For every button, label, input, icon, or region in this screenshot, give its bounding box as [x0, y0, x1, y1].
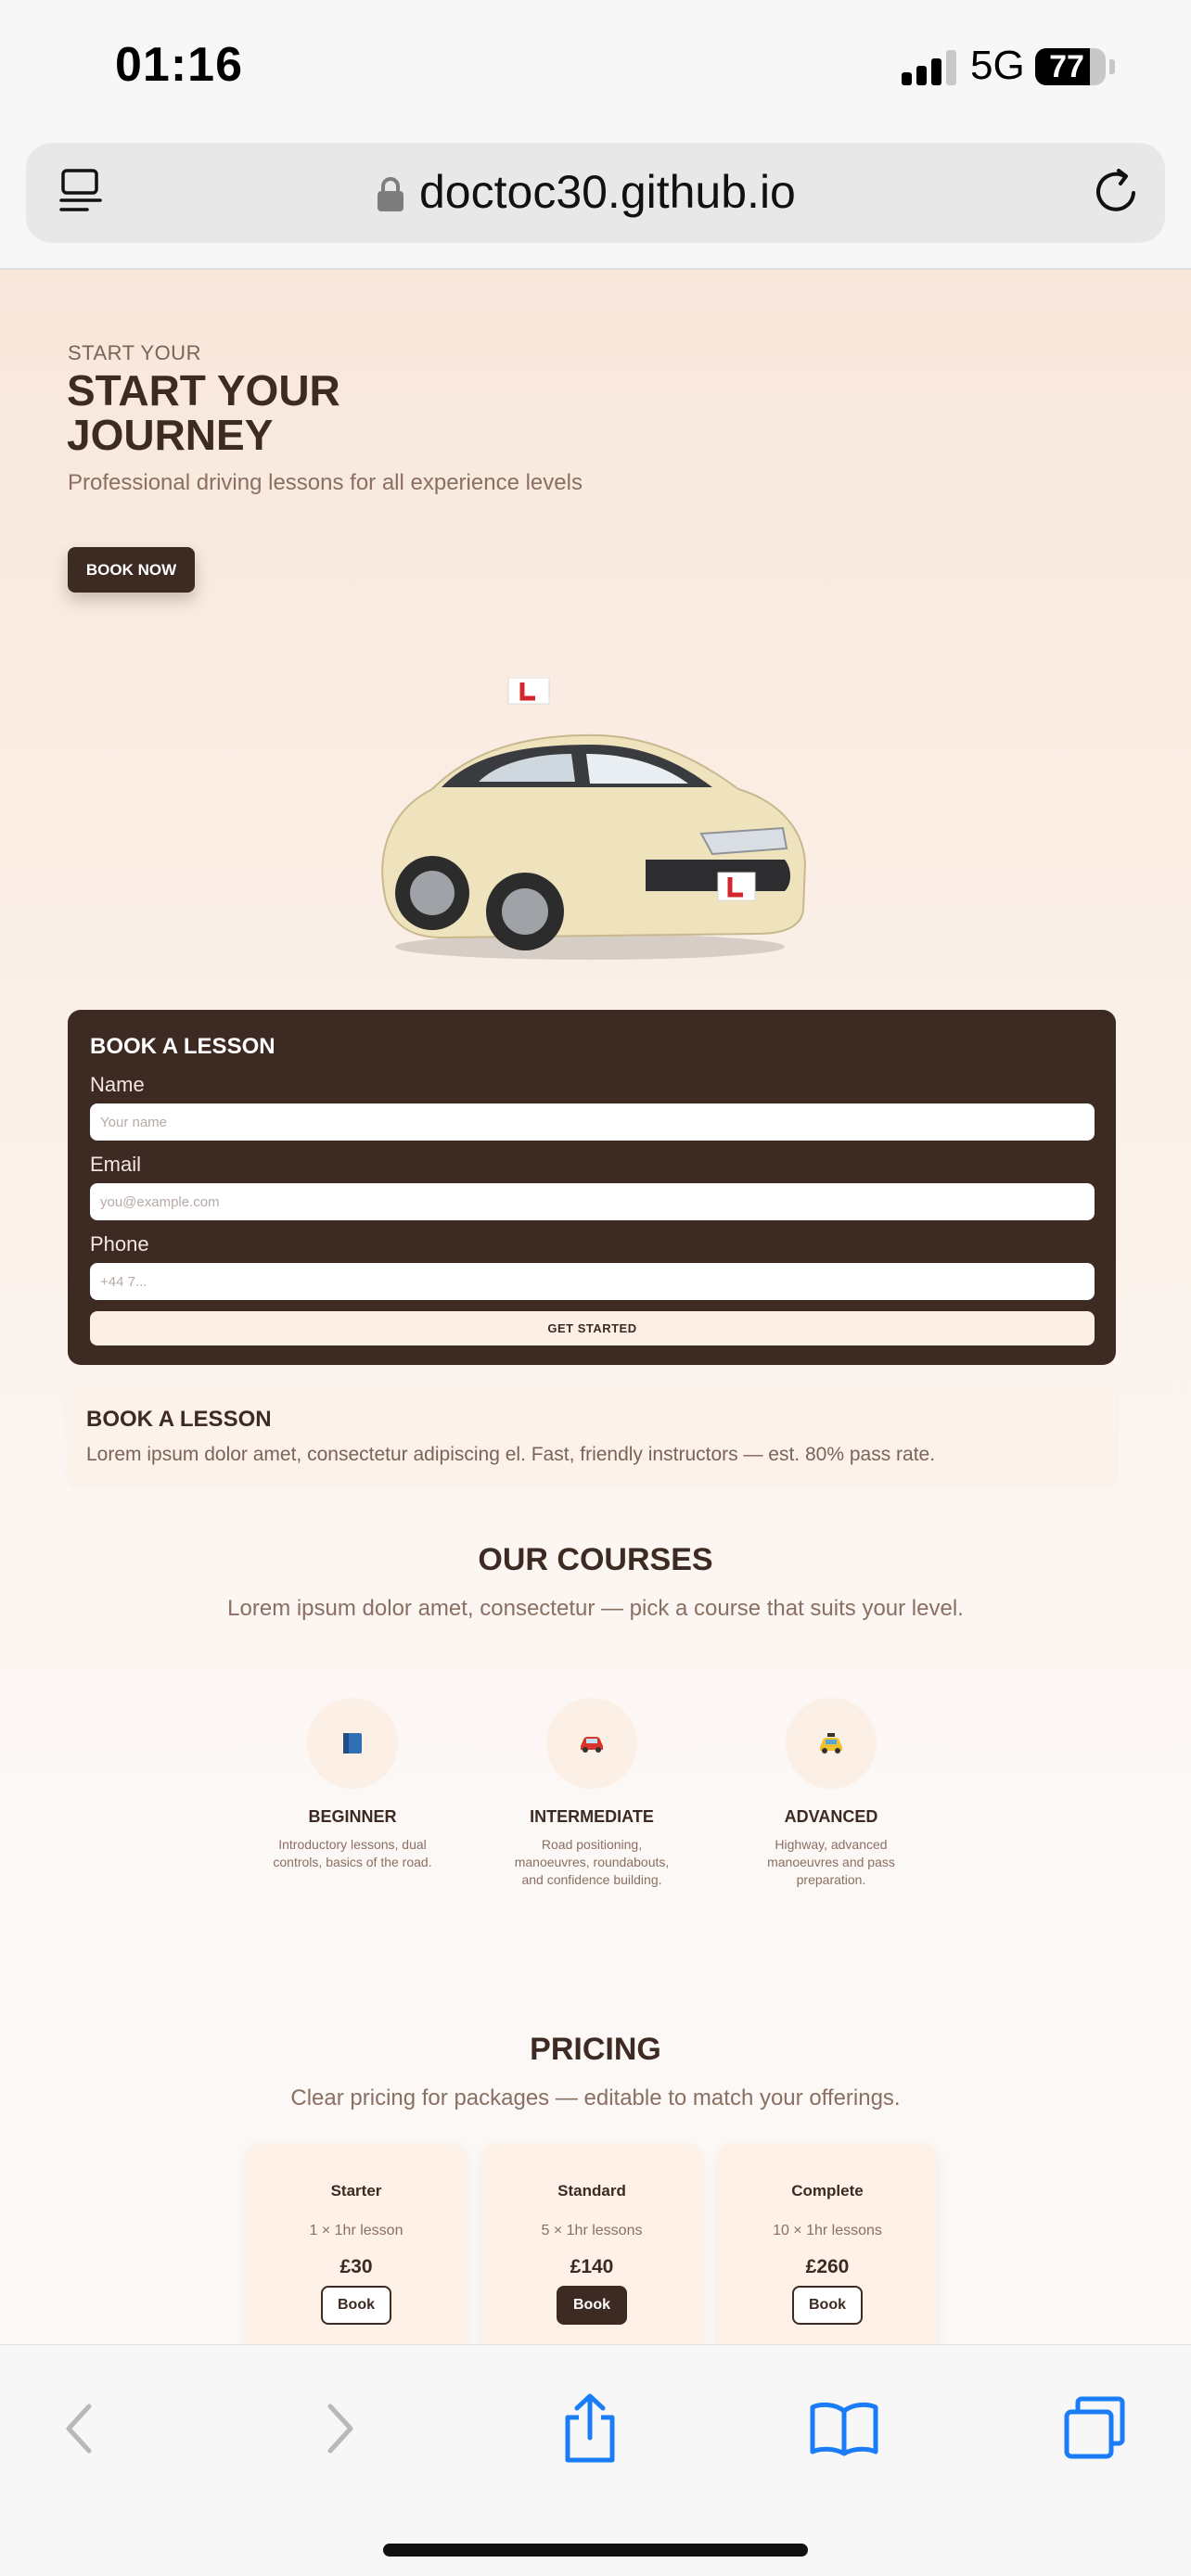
email-label: Email	[90, 1153, 142, 1176]
book-starter-button[interactable]: Book	[321, 2286, 391, 2325]
network-type: 5G	[970, 43, 1025, 88]
phone-input[interactable]	[90, 1263, 1095, 1300]
battery-nub	[1109, 59, 1115, 74]
hero-title: START YOUR JOURNEY	[67, 366, 340, 459]
course-advanced[interactable]: ADVANCED Highway, advanced manoeuvres an…	[738, 1698, 924, 1889]
plan-desc: 1 × 1hr lesson	[309, 2223, 403, 2238]
share-icon[interactable]	[553, 2391, 627, 2466]
name-label: Name	[90, 1073, 145, 1096]
plan-desc: 10 × 1hr lessons	[773, 2223, 882, 2238]
forward-icon[interactable]	[302, 2391, 377, 2466]
plan-price: £30	[339, 2256, 373, 2277]
email-input[interactable]	[90, 1183, 1095, 1220]
course-intermediate[interactable]: INTERMEDIATE Road positioning, manoeuvre…	[499, 1698, 685, 1889]
courses-title: OUR COURSES	[478, 1542, 713, 1577]
plan-name: Starter	[330, 2182, 382, 2200]
browser-toolbar	[0, 2344, 1191, 2576]
web-page: START YOUR START YOUR JOURNEY Profession…	[0, 270, 1191, 2344]
plan-desc: 5 × 1hr lessons	[541, 2223, 643, 2238]
status-time: 01:16	[115, 38, 243, 92]
info-text: Lorem ipsum dolor amet, consectetur adip…	[86, 1444, 936, 1465]
phone-label: Phone	[90, 1232, 149, 1256]
url-text[interactable]: doctoc30.github.io	[419, 165, 796, 219]
booking-form: BOOK A LESSON Name Email Phone GET START…	[68, 1010, 1116, 1365]
book-icon	[307, 1698, 398, 1789]
form-title: BOOK A LESSON	[90, 1034, 275, 1059]
info-card: BOOK A LESSON Lorem ipsum dolor amet, co…	[68, 1386, 1116, 1485]
courses-subtitle: Lorem ipsum dolor amet, consectetur — pi…	[227, 1596, 964, 1621]
back-icon[interactable]	[43, 2391, 117, 2466]
price-card-complete: Complete 10 × 1hr lessons £260 Book	[718, 2143, 937, 2344]
price-card-standard: Standard 5 × 1hr lessons £140 Book	[482, 2143, 701, 2344]
pricing-title: PRICING	[530, 2032, 661, 2067]
plan-name: Complete	[791, 2182, 864, 2200]
book-now-button[interactable]: BOOK NOW	[68, 547, 195, 593]
book-standard-button[interactable]: Book	[557, 2286, 627, 2325]
course-title: BEGINNER	[308, 1807, 397, 1826]
course-title: ADVANCED	[784, 1807, 878, 1826]
reload-icon[interactable]	[1091, 165, 1143, 217]
battery-percent: 77	[1049, 49, 1084, 84]
cellular-signal-icon	[902, 50, 957, 85]
plan-name: Standard	[557, 2182, 626, 2200]
lock-icon	[378, 177, 403, 211]
name-input[interactable]	[90, 1103, 1095, 1141]
price-card-starter: Starter 1 × 1hr lesson £30 Book	[247, 2143, 466, 2344]
course-beginner[interactable]: BEGINNER Introductory lessons, dual cont…	[260, 1698, 445, 1871]
book-complete-button[interactable]: Book	[792, 2286, 863, 2325]
plan-price: £260	[805, 2256, 850, 2277]
bookmarks-icon[interactable]	[807, 2391, 881, 2466]
hero-kicker: START YOUR	[68, 341, 201, 364]
battery-icon: 77	[1035, 48, 1106, 85]
hero-subtitle: Professional driving lessons for all exp…	[68, 470, 583, 495]
pricing-subtitle: Clear pricing for packages — editable to…	[290, 2085, 901, 2111]
taxi-icon	[786, 1698, 877, 1789]
course-desc: Highway, advanced manoeuvres and pass pr…	[767, 1837, 895, 1887]
get-started-button[interactable]: GET STARTED	[90, 1311, 1095, 1345]
car-icon	[546, 1698, 637, 1789]
home-indicator	[383, 2544, 808, 2557]
status-bar: 01:16 5G 77	[0, 0, 1191, 139]
plan-price: £140	[570, 2256, 614, 2277]
course-desc: Road positioning, manoeuvres, roundabout…	[514, 1837, 670, 1887]
course-desc: Introductory lessons, dual controls, bas…	[273, 1837, 432, 1869]
learner-car-image	[381, 678, 807, 960]
tabs-icon[interactable]	[1057, 2391, 1132, 2466]
reader-menu-icon[interactable]	[58, 167, 106, 215]
info-title: BOOK A LESSON	[86, 1407, 272, 1432]
course-title: INTERMEDIATE	[530, 1807, 654, 1826]
